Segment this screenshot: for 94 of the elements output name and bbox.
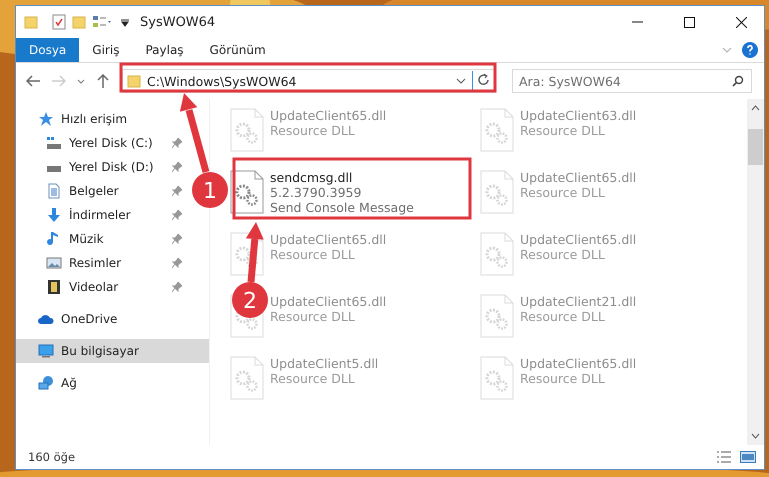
sidebar-item[interactable]: Videolar	[16, 275, 186, 299]
large-icons-view-icon[interactable]	[740, 451, 756, 463]
sidebar-label: Belgeler	[69, 184, 120, 198]
file-detail: Resource DLL	[270, 123, 356, 138]
file-detail: Resource DLL	[520, 185, 606, 200]
sidebar-label: Hızlı erişim	[61, 112, 128, 126]
forward-arrow-icon	[52, 75, 66, 87]
file-gear-icon	[480, 108, 514, 152]
details-view-icon[interactable]	[716, 451, 732, 463]
file-detail: Resource DLL	[520, 371, 606, 386]
search-field[interactable]: Ara: SysWOW64	[512, 69, 752, 93]
sidebar-item[interactable]: Ağ	[16, 371, 186, 395]
file-detail: Resource DLL	[270, 247, 356, 262]
view-list-icon[interactable]	[92, 15, 114, 29]
sidebar-label: İndirmeler	[69, 208, 132, 222]
file-detail: Send Console Message	[270, 200, 414, 215]
ribbon-tab[interactable]: Dosya	[16, 38, 80, 62]
computer-icon	[38, 343, 54, 359]
help-icon[interactable]	[742, 42, 758, 58]
star-icon	[38, 111, 54, 127]
drive-icon	[46, 166, 62, 172]
drive-icon	[46, 137, 62, 149]
scroll-thumb[interactable]	[748, 129, 763, 165]
file-detail: 5.2.3790.3959	[270, 185, 362, 200]
file-gear-icon	[480, 170, 514, 214]
callout-badge: 2	[232, 282, 268, 318]
file-gear-icon	[480, 232, 514, 276]
new-folder-icon[interactable]	[72, 15, 86, 29]
scrollbar[interactable]	[747, 99, 764, 445]
item-count: 160 öğe	[28, 450, 76, 464]
sidebar-label: Bu bilgisayar	[61, 344, 140, 358]
pin-icon[interactable]	[172, 210, 182, 220]
callout-badge: 1	[192, 172, 228, 208]
back-arrow-icon	[26, 75, 40, 87]
close-icon	[736, 16, 746, 28]
sidebar-item[interactable]: OneDrive	[16, 307, 186, 331]
sidebar-item[interactable]: Yerel Disk (C:)	[16, 131, 186, 155]
ribbon-tab[interactable]: Görünüm	[196, 38, 279, 62]
file-gear-icon	[230, 170, 264, 214]
properties-icon[interactable]	[52, 14, 66, 30]
sidebar-label: Ağ	[61, 376, 78, 390]
sidebar-label: OneDrive	[61, 312, 118, 326]
sidebar-item[interactable]: Müzik	[16, 227, 186, 251]
maximize-icon	[684, 16, 694, 28]
file-detail: Resource DLL	[520, 123, 606, 138]
sidebar-item[interactable]: Belgeler	[16, 179, 186, 203]
file-gear-icon	[230, 232, 264, 276]
file-gear-icon	[230, 108, 264, 152]
expand-ribbon-icon[interactable]	[722, 46, 732, 54]
folder-icon	[127, 74, 141, 88]
callout-arrow	[246, 222, 264, 282]
sidebar-label: Yerel Disk (C:)	[69, 136, 154, 150]
file-detail: Resource DLL	[270, 309, 356, 324]
pin-icon[interactable]	[172, 186, 182, 196]
network-icon	[38, 375, 54, 391]
ribbon-tab[interactable]: Paylaş	[132, 38, 197, 62]
sidebar-item[interactable]: Resimler	[16, 251, 186, 275]
image-icon	[46, 255, 62, 271]
sidebar-item[interactable]: Yerel Disk (D:)	[16, 155, 186, 179]
sidebar-item[interactable]: Bu bilgisayar	[16, 339, 209, 363]
sidebar-label: Videolar	[69, 280, 120, 294]
pin-icon[interactable]	[172, 138, 182, 148]
sidebar-item[interactable]: Hızlı erişim	[16, 107, 186, 131]
folder-icon	[24, 15, 38, 29]
minimize-icon	[632, 21, 642, 23]
file-detail: Resource DLL	[270, 371, 356, 386]
customize-caret-icon[interactable]	[120, 17, 130, 27]
dropdown-caret-icon[interactable]	[456, 78, 466, 84]
sidebar-label: Müzik	[69, 232, 105, 246]
file-name[interactable]: sendcmsg.dll	[270, 170, 414, 185]
document-icon	[46, 183, 62, 199]
download-icon	[46, 207, 62, 223]
scroll-up-icon[interactable]	[751, 105, 760, 111]
pin-icon[interactable]	[172, 162, 182, 172]
window-title: SysWOW64	[140, 14, 216, 30]
search-icon[interactable]	[732, 75, 744, 87]
address-field[interactable]: C:\Windows\SysWOW64	[122, 69, 496, 93]
sidebar-label: Yerel Disk (D:)	[69, 160, 155, 174]
film-icon	[46, 279, 62, 295]
pin-icon[interactable]	[172, 258, 182, 268]
sidebar-label: Resimler	[69, 256, 122, 270]
up-arrow-icon	[97, 74, 109, 88]
file-detail: Resource DLL	[520, 309, 606, 324]
pin-icon[interactable]	[172, 282, 182, 292]
file-detail: Resource DLL	[520, 247, 606, 262]
ribbon-tab[interactable]: Giriş	[79, 38, 132, 62]
sidebar-item[interactable]: İndirmeler	[16, 203, 186, 227]
caret-icon	[77, 78, 85, 84]
address-path: C:\Windows\SysWOW64	[147, 74, 298, 88]
scroll-down-icon[interactable]	[751, 433, 760, 439]
pin-icon[interactable]	[172, 234, 182, 244]
file-gear-icon	[480, 294, 514, 338]
file-gear-icon	[230, 356, 264, 400]
file-gear-icon	[480, 356, 514, 400]
